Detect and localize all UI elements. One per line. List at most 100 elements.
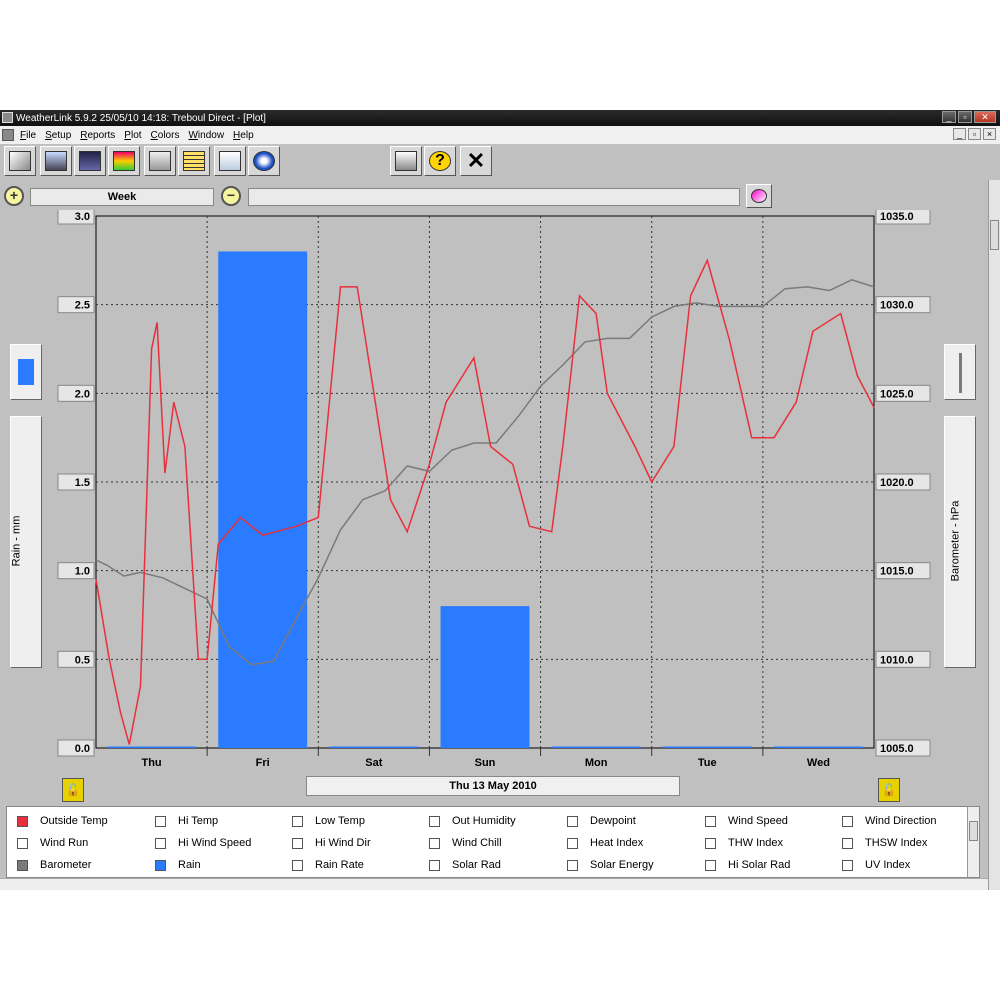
- left-axis-button[interactable]: Rain - mm: [10, 416, 42, 668]
- legend-item[interactable]: Wind Chill: [429, 837, 502, 849]
- legend-item[interactable]: Barometer: [17, 859, 91, 871]
- zoom-in-icon[interactable]: +: [4, 186, 24, 206]
- rain-series-button[interactable]: [10, 344, 42, 400]
- print-button[interactable]: [390, 146, 422, 176]
- x-tick-label: Sun: [475, 757, 496, 769]
- notes-button[interactable]: [178, 146, 210, 176]
- vertical-scrollbar[interactable]: [988, 180, 1000, 890]
- close-icon: ✕: [466, 148, 486, 173]
- legend-checkbox[interactable]: [429, 837, 440, 849]
- bulletin-icon: [79, 151, 101, 171]
- summary-button[interactable]: [108, 146, 140, 176]
- zoom-out-icon[interactable]: −: [221, 186, 241, 206]
- legend-checkbox[interactable]: [292, 815, 303, 827]
- legend-checkbox[interactable]: [705, 859, 716, 871]
- legend-item[interactable]: Hi Temp: [155, 815, 218, 827]
- legend-checkbox[interactable]: [292, 859, 303, 871]
- legend-item[interactable]: Hi Solar Rad: [705, 859, 790, 871]
- legend-checkbox[interactable]: [155, 815, 166, 827]
- date-label: Thu 13 May 2010: [306, 776, 680, 796]
- mdi-close-icon[interactable]: ×: [983, 128, 996, 140]
- legend-checkbox[interactable]: [155, 837, 166, 849]
- help-button[interactable]: ?: [424, 146, 456, 176]
- legend-item[interactable]: Hi Wind Speed: [155, 837, 251, 849]
- legend-checkbox[interactable]: [567, 859, 578, 871]
- legend-checkbox[interactable]: [705, 815, 716, 827]
- vertical-scroll-thumb[interactable]: [990, 220, 999, 250]
- legend-item[interactable]: THW Index: [705, 837, 783, 849]
- range-selector[interactable]: Week: [30, 188, 214, 206]
- connect-button[interactable]: [40, 146, 72, 176]
- legend-scrollbar[interactable]: [967, 807, 979, 877]
- legend-label: Hi Wind Speed: [178, 837, 252, 849]
- legend-item[interactable]: THSW Index: [842, 837, 927, 849]
- station-select-button[interactable]: [4, 146, 36, 176]
- weather-button[interactable]: [214, 146, 246, 176]
- color-picker-button[interactable]: [746, 184, 772, 208]
- browse-button[interactable]: [144, 146, 176, 176]
- minimize-icon[interactable]: _: [942, 111, 956, 123]
- legend-item[interactable]: Out Humidity: [429, 815, 516, 827]
- menu-help[interactable]: Help: [233, 130, 254, 141]
- x-tick-label: Sat: [365, 757, 382, 769]
- menu-colors[interactable]: Colors: [151, 130, 180, 141]
- maximize-icon[interactable]: ▫: [958, 111, 972, 123]
- legend-checkbox[interactable]: [567, 837, 578, 849]
- horizontal-scrollbar[interactable]: [0, 878, 988, 890]
- left-tick-label: 2.0: [75, 388, 90, 400]
- left-tick-label: 2.5: [75, 300, 90, 312]
- legend-checkbox[interactable]: [429, 815, 440, 827]
- legend-checkbox[interactable]: [842, 837, 853, 849]
- legend-scroll-thumb[interactable]: [969, 821, 978, 841]
- right-lock-icon[interactable]: 🔓: [878, 778, 900, 802]
- menu-bar: File Setup Reports Plot Colors Window He…: [0, 126, 1000, 144]
- left-tick-label: 0.5: [75, 654, 90, 666]
- legend-item[interactable]: Solar Energy: [567, 859, 654, 871]
- document-icon[interactable]: [2, 129, 14, 141]
- range-detail-field: [248, 188, 740, 206]
- legend-item[interactable]: Heat Index: [567, 837, 643, 849]
- legend-checkbox[interactable]: [842, 815, 853, 827]
- menu-plot[interactable]: Plot: [124, 130, 141, 141]
- legend-checkbox[interactable]: [292, 837, 303, 849]
- barometer-series-button[interactable]: [944, 344, 976, 400]
- legend-item[interactable]: Rain Rate: [292, 859, 364, 871]
- legend-item[interactable]: UV Index: [842, 859, 910, 871]
- menu-reports[interactable]: Reports: [80, 130, 115, 141]
- close-plot-button[interactable]: ✕: [460, 146, 492, 176]
- rain-color-swatch: [18, 359, 34, 385]
- legend-item[interactable]: Low Temp: [292, 815, 365, 827]
- legend-item[interactable]: Rain: [155, 859, 201, 871]
- legend-item[interactable]: Wind Run: [17, 837, 88, 849]
- legend-item[interactable]: Hi Wind Dir: [292, 837, 371, 849]
- left-lock-icon[interactable]: 🔓: [62, 778, 84, 802]
- menu-file[interactable]: File: [20, 130, 36, 141]
- legend-checkbox[interactable]: [17, 859, 28, 871]
- legend-item[interactable]: Dewpoint: [567, 815, 636, 827]
- right-tick-label: 1010.0: [880, 654, 914, 666]
- legend-checkbox[interactable]: [567, 815, 578, 827]
- legend-label: Wind Speed: [728, 815, 788, 827]
- noaa-button[interactable]: [248, 146, 280, 176]
- menu-window[interactable]: Window: [188, 130, 224, 141]
- x-tick-label: Mon: [585, 757, 608, 769]
- legend-checkbox[interactable]: [705, 837, 716, 849]
- legend-checkbox[interactable]: [155, 859, 166, 871]
- legend-item[interactable]: Wind Direction: [842, 815, 937, 827]
- legend-item[interactable]: Wind Speed: [705, 815, 788, 827]
- plot-chart: 3.0 2.5 2.0 1.5 1.0 0.5 0.0 1035.0 1030.0 1025.0 1…: [57, 210, 931, 769]
- mdi-minimize-icon[interactable]: _: [953, 128, 966, 140]
- legend-checkbox[interactable]: [17, 815, 28, 827]
- rain-bar: [662, 746, 752, 748]
- bulletin-button[interactable]: [74, 146, 106, 176]
- legend-checkbox[interactable]: [17, 837, 28, 849]
- close-window-icon[interactable]: ✕: [974, 111, 996, 123]
- mdi-restore-icon[interactable]: ▫: [968, 128, 981, 140]
- legend-checkbox[interactable]: [842, 859, 853, 871]
- right-axis-button[interactable]: Barometer - hPa: [944, 416, 976, 668]
- legend-item[interactable]: Outside Temp: [17, 815, 108, 827]
- menu-setup[interactable]: Setup: [45, 130, 71, 141]
- legend-item[interactable]: Solar Rad: [429, 859, 501, 871]
- legend-checkbox[interactable]: [429, 859, 440, 871]
- legend-label: Wind Run: [40, 837, 89, 849]
